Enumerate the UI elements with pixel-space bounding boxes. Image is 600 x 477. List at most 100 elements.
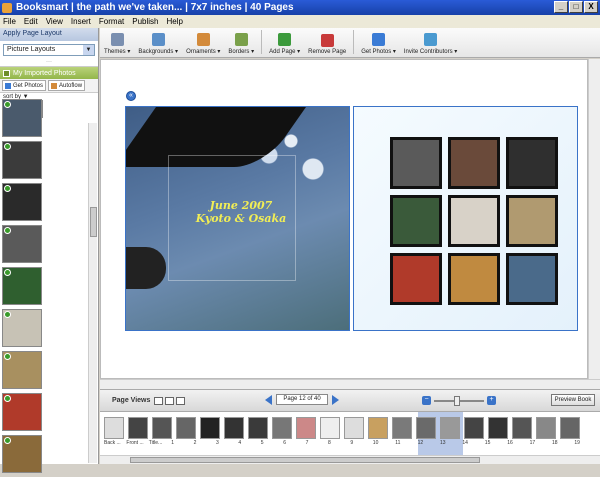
imported-photos-label: My Imported Photos — [13, 69, 76, 77]
maximize-button[interactable]: □ — [569, 1, 583, 13]
menu-help[interactable]: Help — [167, 17, 183, 26]
title-bar: Booksmart | the path we've taken... | 7x… — [0, 0, 600, 15]
back-arrow-icon[interactable]: « — [126, 91, 136, 101]
page-thumbnail[interactable] — [272, 417, 292, 439]
page-thumbnail[interactable] — [224, 417, 244, 439]
page-thumbnail-label: 7 — [305, 440, 309, 446]
zoom-out-icon[interactable]: − — [422, 396, 431, 405]
used-check-icon — [4, 395, 11, 402]
layout-select[interactable]: Picture Layouts ▼ — [3, 44, 95, 56]
imported-photos-header[interactable]: My Imported Photos — [0, 67, 98, 79]
zoom-slider-knob[interactable] — [454, 395, 460, 406]
page-thumbnail[interactable] — [200, 417, 220, 439]
single-page-view-icon[interactable] — [154, 396, 164, 405]
grid-photo[interactable] — [506, 137, 558, 189]
scrollbar-thumb[interactable] — [90, 207, 97, 237]
grid-photo[interactable] — [448, 195, 500, 247]
grid-photo[interactable] — [506, 253, 558, 305]
add-page-button[interactable]: Add Page ▾ — [265, 33, 304, 55]
page-thumbnail[interactable] — [368, 417, 388, 439]
zoom-in-icon[interactable]: + — [487, 396, 496, 405]
page-thumbnail[interactable] — [344, 417, 364, 439]
page-thumbnail[interactable] — [488, 417, 508, 439]
menu-view[interactable]: View — [46, 17, 63, 26]
get-photos-label: Get Photos ▾ — [361, 49, 396, 55]
page-thumbnail[interactable] — [152, 417, 172, 439]
preview-book-button[interactable]: Preview Book — [551, 394, 595, 406]
photo-thumbnail[interactable] — [2, 267, 42, 305]
toolbar-separator — [353, 29, 355, 54]
page-thumbnail[interactable] — [464, 417, 484, 439]
page-thumbnail-label: 14 — [462, 440, 468, 446]
photo-thumbnail[interactable] — [2, 351, 42, 389]
close-button[interactable]: X — [584, 1, 598, 13]
used-check-icon — [4, 311, 11, 318]
page-thumbnail[interactable] — [320, 417, 340, 439]
page-thumbnail[interactable] — [176, 417, 196, 439]
page-views-label: Page Views — [112, 397, 151, 404]
canvas-horizontal-scrollbar[interactable] — [100, 379, 600, 389]
collapse-icon — [3, 69, 10, 77]
page-thumbnail-label: 10 — [372, 440, 379, 446]
grid-photo[interactable] — [448, 137, 500, 189]
caption-line-2: Kyoto & Osaka — [195, 212, 287, 225]
page-thumbnail-label: 8 — [328, 440, 331, 446]
strip-scrollbar[interactable] — [100, 455, 600, 464]
menu-file[interactable]: File — [3, 17, 16, 26]
left-page[interactable]: June 2007 Kyoto & Osaka — [125, 106, 350, 331]
page-thumbnail[interactable] — [560, 417, 580, 439]
page-thumbnail[interactable] — [392, 417, 412, 439]
grid-photo[interactable] — [390, 253, 442, 305]
page-caption[interactable]: June 2007 Kyoto & Osaka — [186, 199, 296, 225]
next-page-icon[interactable] — [332, 394, 339, 405]
page-thumbnail[interactable] — [128, 417, 148, 439]
right-page[interactable] — [353, 106, 578, 331]
page-thumbnail[interactable] — [512, 417, 532, 439]
prev-page-icon[interactable] — [265, 394, 272, 405]
spread-view-icon[interactable] — [165, 396, 175, 405]
photo-grid — [390, 137, 560, 305]
grid-photo[interactable] — [448, 253, 500, 305]
photo-thumbnail[interactable] — [2, 225, 42, 263]
strip-scrollbar-thumb[interactable] — [130, 457, 480, 463]
page-navigator: Page 12 of 40 — [265, 394, 339, 405]
menu-edit[interactable]: Edit — [24, 17, 38, 26]
invite-contributors-button[interactable]: Invite Contributors ▾ — [400, 33, 461, 55]
page-thumbnail[interactable] — [296, 417, 316, 439]
menu-publish[interactable]: Publish — [132, 17, 158, 26]
page-thumbnail[interactable] — [440, 417, 460, 439]
menu-insert[interactable]: Insert — [71, 17, 91, 26]
photo-thumbnail[interactable] — [2, 435, 42, 473]
page-thumbnail[interactable] — [248, 417, 268, 439]
photo-thumbnail[interactable] — [2, 309, 42, 347]
page-indicator[interactable]: Page 12 of 40 — [276, 394, 328, 405]
get-photos-button[interactable]: Get Photos ▾ — [357, 33, 400, 55]
page-thumbnail-label: 19 — [574, 440, 580, 446]
grid-photo[interactable] — [390, 137, 442, 189]
borders-button[interactable]: Borders ▾ — [224, 33, 258, 55]
zoom-slider[interactable] — [434, 395, 484, 406]
page-thumbnail[interactable] — [104, 417, 124, 439]
grid-photo[interactable] — [390, 195, 442, 247]
page-thumbnail[interactable] — [416, 417, 436, 439]
remove-page-button[interactable]: Remove Page — [304, 34, 350, 55]
ornaments-button[interactable]: Ornaments ▾ — [182, 33, 224, 55]
page-thumbnail-label: 1 — [171, 440, 174, 446]
grid-view-icon[interactable] — [176, 396, 186, 405]
panel-grip[interactable]: ··· — [0, 59, 98, 67]
photo-thumbnail[interactable] — [2, 99, 42, 137]
canvas-vertical-scrollbar[interactable] — [588, 59, 600, 379]
page-thumbnail-label: 17 — [529, 440, 536, 446]
photo-thumbnail[interactable] — [2, 183, 42, 221]
sidebar-scrollbar[interactable] — [88, 123, 97, 463]
page-thumbnail[interactable] — [536, 417, 556, 439]
photo-thumbnail[interactable] — [2, 393, 42, 431]
themes-button[interactable]: Themes ▾ — [100, 33, 134, 55]
autoflow-button[interactable]: Autoflow — [48, 80, 86, 91]
photo-thumbnail[interactable] — [2, 141, 42, 179]
get-photos-button[interactable]: Get Photos — [2, 80, 47, 91]
minimize-button[interactable]: _ — [554, 1, 568, 13]
backgrounds-button[interactable]: Backgrounds ▾ — [134, 33, 182, 55]
menu-format[interactable]: Format — [99, 17, 124, 26]
grid-photo[interactable] — [506, 195, 558, 247]
